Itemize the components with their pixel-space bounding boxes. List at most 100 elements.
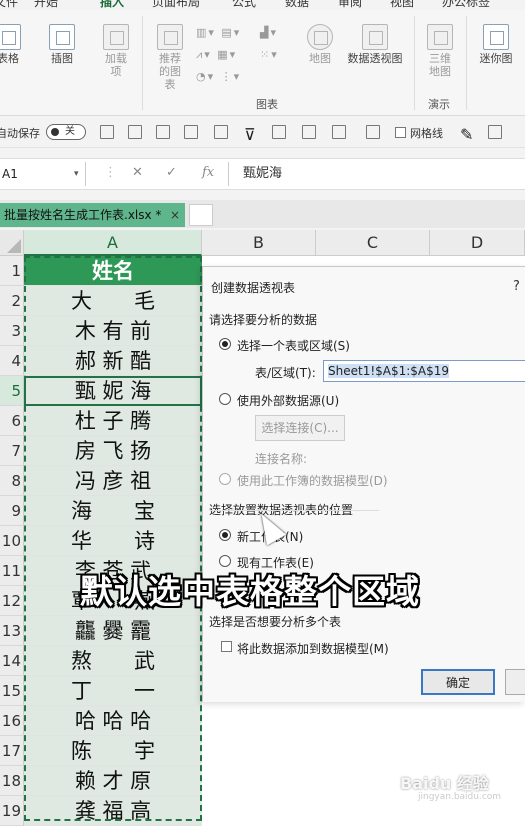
row-header[interactable]: 9 (0, 496, 24, 526)
addin-icon (103, 24, 129, 50)
workbook-tab[interactable]: 批量按姓名生成工作表.xlsx * × (0, 203, 185, 227)
map-button[interactable]: 地图 (302, 24, 338, 65)
3d-map-button[interactable]: 三维地图 (422, 24, 458, 78)
name-cell[interactable]: 赖 才 原 (24, 766, 202, 796)
name-box[interactable]: A1 ▾ (0, 162, 86, 186)
radio-data-model[interactable] (219, 473, 231, 485)
cancel-icon[interactable]: ✕ (132, 165, 143, 180)
row-header[interactable]: 15 (0, 676, 24, 706)
tab-review[interactable]: 审阅 (338, 0, 362, 10)
range-input[interactable]: Sheet1!$A$1:$A$19 (323, 360, 525, 382)
row-header[interactable]: 4 (0, 346, 24, 376)
name-cell[interactable]: 房 飞 扬 (24, 436, 202, 466)
formula-input[interactable]: 甄妮海 (228, 162, 525, 186)
column-chart-icon[interactable]: ▥▾ ▤▾ (196, 26, 241, 39)
column-header-a[interactable]: A (24, 230, 202, 256)
tab-home[interactable]: 开始 (34, 0, 58, 10)
name-cell[interactable]: 大 毛 (24, 286, 202, 316)
choose-connection-button[interactable]: 选择连接(C)... (255, 415, 345, 441)
tab-file[interactable]: 文件 (0, 0, 18, 10)
ok-button[interactable]: 确定 (421, 669, 495, 695)
tours-group-label: 演示 (428, 98, 450, 111)
row-header[interactable]: 17 (0, 736, 24, 766)
name-cell[interactable]: 龘 爨 龗 (24, 616, 202, 646)
new-tab-button[interactable] (189, 204, 213, 226)
table-button[interactable]: 表格 (0, 24, 24, 65)
row-header[interactable]: 8 (0, 466, 24, 496)
name-cell[interactable]: 华 诗 (24, 526, 202, 556)
addins-button[interactable]: 加载项 (100, 24, 132, 78)
row-header[interactable]: 14 (0, 646, 24, 676)
insert-function-icon[interactable]: fx (202, 165, 214, 180)
table-icon[interactable] (184, 125, 198, 139)
row-header[interactable]: 2 (0, 286, 24, 316)
tab-formulas[interactable]: 公式 (232, 0, 256, 10)
tab-office-tab[interactable]: 办公标签 (442, 0, 490, 10)
line-chart-icon[interactable]: ⩘▾ ▦▾ (196, 48, 237, 62)
row-header[interactable]: 10 (0, 526, 24, 556)
sparklines-button[interactable]: 迷你图 (474, 24, 518, 65)
name-cell[interactable]: 哈 哈 哈 (24, 706, 202, 736)
cancel-button[interactable] (505, 669, 525, 695)
help-icon[interactable]: ? (513, 279, 520, 294)
row-header[interactable]: 19 (0, 796, 24, 826)
pie-chart-icon[interactable]: ◔▾ ⋮▾ (196, 70, 241, 83)
autosave-toggle[interactable]: 关 (46, 124, 86, 140)
column-header-c[interactable]: C (316, 230, 430, 256)
select-all-button[interactable] (0, 230, 24, 256)
row-header[interactable]: 12 (0, 586, 24, 616)
illustrations-button[interactable]: 插图 (46, 24, 78, 65)
filter-icon[interactable]: ⊽ (244, 125, 258, 144)
close-icon[interactable]: × (170, 203, 180, 227)
save-icon[interactable] (100, 125, 114, 139)
name-cell[interactable]: 杜 子 腾 (24, 406, 202, 436)
row-header[interactable]: 3 (0, 316, 24, 346)
name-cell[interactable]: 龚 福 高 (24, 796, 202, 826)
name-cell[interactable]: 熬 武 (24, 646, 202, 676)
radio-external-source[interactable] (219, 393, 231, 405)
tab-view[interactable]: 视图 (390, 0, 414, 10)
row-header[interactable]: 5 (0, 376, 24, 406)
name-cell[interactable]: 陈 宇 (24, 736, 202, 766)
scatter-chart-icon[interactable]: ⁙▾ (260, 48, 279, 61)
name-cell[interactable]: 丁 一 (24, 676, 202, 706)
name-cell[interactable]: 木 有 前 (24, 316, 202, 346)
border-icon[interactable] (366, 125, 380, 139)
customize-icon[interactable] (488, 125, 502, 139)
hierarchy-chart-icon[interactable]: ▟▾ (260, 26, 278, 39)
name-cell[interactable]: 海 宝 (24, 496, 202, 526)
column-header-b[interactable]: B (202, 230, 316, 256)
chart-icon[interactable] (128, 125, 142, 139)
form-icon[interactable] (214, 125, 228, 139)
row-header[interactable]: 11 (0, 556, 24, 586)
tab-insert[interactable]: 插入 (100, 0, 124, 10)
recommended-charts-button[interactable]: 推荐的图表 (150, 24, 190, 91)
name-header-cell[interactable]: 姓名 (24, 256, 202, 286)
chevron-down-icon[interactable]: ▾ (74, 162, 79, 186)
format-icon[interactable] (302, 125, 316, 139)
row-header[interactable]: 16 (0, 706, 24, 736)
row-header[interactable]: 6 (0, 406, 24, 436)
sort-icon[interactable] (272, 125, 286, 139)
column-header-d[interactable]: D (430, 230, 525, 256)
name-cell[interactable]: 郝 新 酷 (24, 346, 202, 376)
brush-icon[interactable]: ✎ (460, 125, 474, 144)
name-cell[interactable]: 冯 彦 祖 (24, 466, 202, 496)
tab-data[interactable]: 数据 (285, 0, 309, 10)
row-header[interactable]: 1 (0, 256, 24, 286)
gridlines-checkbox[interactable] (395, 127, 406, 138)
conditional-icon[interactable] (332, 125, 346, 139)
name-cell[interactable]: 甄 妮 海 (24, 376, 202, 406)
add-to-data-model-checkbox[interactable] (221, 641, 232, 652)
radio-select-table[interactable] (219, 338, 231, 350)
pivot-chart-button[interactable]: 数据透视图 (344, 24, 406, 65)
row-header[interactable]: 7 (0, 436, 24, 466)
row-header[interactable]: 18 (0, 766, 24, 796)
enter-icon[interactable]: ✓ (166, 165, 177, 180)
quick-access-toolbar: 自动保存 关 ⊽ 网格线 ✎ (0, 117, 525, 148)
radio-new-worksheet[interactable] (219, 529, 231, 541)
tab-page-layout[interactable]: 页面布局 (152, 0, 200, 10)
range-label: 表/区域(T): (255, 366, 316, 380)
row-header[interactable]: 13 (0, 616, 24, 646)
pivot-icon[interactable] (156, 125, 170, 139)
